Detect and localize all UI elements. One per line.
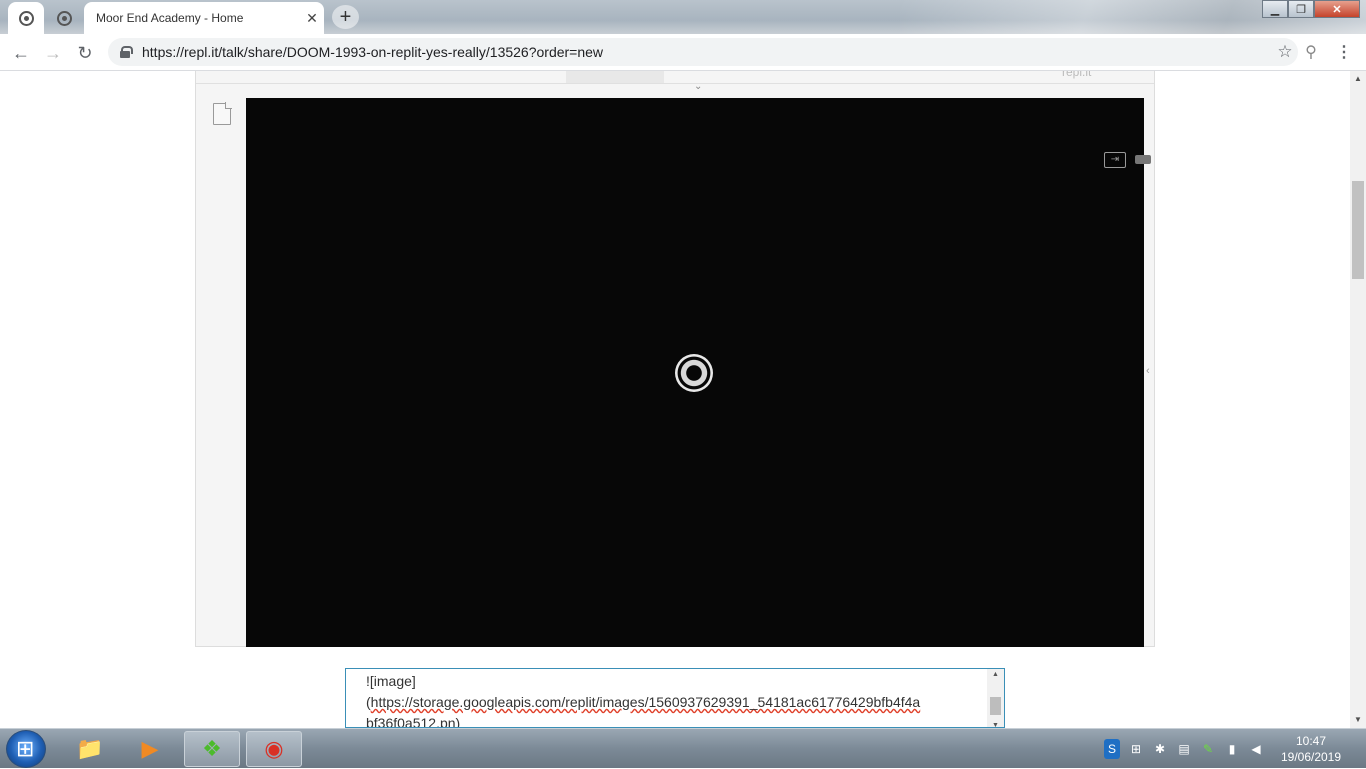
green-app-icon: ❖ bbox=[202, 736, 222, 761]
tab-close-icon[interactable]: ✕ bbox=[300, 10, 324, 27]
console-toggle-icon[interactable]: ⇥ bbox=[1104, 152, 1126, 168]
reply-line-3: bf36f0a512.pn) bbox=[366, 713, 966, 728]
chevron-left-icon[interactable]: ‹ bbox=[1146, 365, 1150, 377]
scroll-thumb[interactable] bbox=[1352, 181, 1364, 279]
maximize-button[interactable]: ❐ bbox=[1288, 0, 1314, 18]
textarea-scrollbar[interactable]: ▲ ▼ bbox=[987, 669, 1004, 727]
tab-moor-end-academy[interactable]: Moor End Academy - Home ✕ bbox=[84, 2, 324, 34]
clock[interactable]: 10:47 19/06/2019 bbox=[1276, 733, 1346, 765]
textarea-scroll-thumb[interactable] bbox=[990, 697, 1001, 715]
clock-date: 19/06/2019 bbox=[1280, 750, 1342, 764]
scroll-up-arrow-icon[interactable]: ▲ bbox=[1350, 71, 1366, 87]
browser-menu-button[interactable]: ⋮ bbox=[1334, 42, 1354, 64]
bookmark-star-icon[interactable]: ☆ bbox=[1272, 42, 1298, 62]
embed-header: repl.it ⌄ bbox=[196, 71, 1154, 92]
page-content: repl.it ⌄ ⇥ ‹ ![image] (https://storage.… bbox=[0, 71, 1350, 728]
bluetooth-icon[interactable]: ✱ bbox=[1148, 739, 1172, 759]
extension-icon[interactable]: ⚲ bbox=[1300, 42, 1322, 64]
taskbar-green-app[interactable]: ❖ bbox=[184, 731, 240, 767]
clear-console-icon[interactable] bbox=[1135, 155, 1151, 164]
reply-textarea[interactable]: ![image] (https://storage.googleapis.com… bbox=[345, 668, 1005, 728]
windows-taskbar: 📁 ▶ ❖ ◉ S ⊞ ✱ ▤ ✎ ▮ ◀ 10:47 19/06/2019 bbox=[0, 728, 1366, 768]
browser-toolbar: ← → ↻ https://repl.it/talk/share/DOOM-19… bbox=[0, 34, 1366, 71]
tab-strip: Moor End Academy - Home ✕ + ▁ ❐ ✕ bbox=[0, 0, 1366, 34]
reply-url-tail: bf36f0a512.pn) bbox=[366, 715, 461, 728]
forward-button[interactable]: → bbox=[40, 40, 66, 66]
reply-url: https://storage.googleapis.com/replit/im… bbox=[370, 694, 921, 710]
taskbar-chrome[interactable]: ◉ bbox=[246, 731, 302, 767]
replit-spiral-icon bbox=[56, 10, 72, 26]
address-bar[interactable]: https://repl.it/talk/share/DOOM-1993-on-… bbox=[108, 38, 1298, 66]
reply-line-2: (https://storage.googleapis.com/replit/i… bbox=[366, 692, 966, 713]
tab-title: Moor End Academy - Home bbox=[96, 11, 244, 25]
folder-icon: 📁 bbox=[76, 736, 104, 761]
chrome-icon: ◉ bbox=[264, 736, 284, 761]
window-close-button[interactable]: ✕ bbox=[1314, 0, 1360, 18]
clock-time: 10:47 bbox=[1295, 734, 1327, 748]
skype-icon[interactable]: S bbox=[1104, 739, 1120, 759]
scroll-down-arrow-icon[interactable]: ▼ bbox=[1350, 712, 1366, 728]
tab-pinned-replit-2[interactable] bbox=[46, 2, 82, 34]
minimize-button[interactable]: ▁ bbox=[1262, 0, 1288, 18]
file-icon[interactable] bbox=[213, 102, 232, 125]
reply-text: ![image] (https://storage.googleapis.com… bbox=[366, 671, 966, 728]
window-controls: ▁ ❐ ✕ bbox=[1262, 0, 1360, 18]
chevron-down-icon[interactable]: ⌄ bbox=[694, 81, 702, 92]
new-tab-button[interactable]: + bbox=[332, 5, 359, 29]
loading-spinner-icon bbox=[675, 354, 713, 392]
taskbar-explorer[interactable]: 📁 bbox=[62, 731, 118, 767]
embed-tab[interactable] bbox=[566, 71, 664, 83]
scroll-up-arrow-icon[interactable]: ▲ bbox=[987, 671, 1004, 678]
console-output[interactable] bbox=[246, 98, 1144, 647]
back-button[interactable]: ← bbox=[8, 40, 34, 66]
battery-icon[interactable]: ▮ bbox=[1220, 739, 1244, 759]
network-icon[interactable]: ⊞ bbox=[1124, 739, 1148, 759]
replit-spiral-icon bbox=[18, 10, 34, 26]
reply-line-1: ![image] bbox=[366, 673, 416, 689]
replit-logo: repl.it bbox=[1062, 71, 1092, 79]
repl-embed: repl.it ⌄ ⇥ ‹ bbox=[195, 71, 1155, 647]
url-text[interactable]: https://repl.it/talk/share/DOOM-1993-on-… bbox=[142, 44, 1272, 60]
action-center-icon[interactable]: ▤ bbox=[1172, 739, 1196, 759]
taskbar-media-player[interactable]: ▶ bbox=[122, 731, 178, 767]
media-player-icon: ▶ bbox=[141, 736, 159, 761]
page-scrollbar[interactable]: ▲ ▼ bbox=[1350, 71, 1366, 728]
green-tray-icon[interactable]: ✎ bbox=[1196, 739, 1220, 759]
start-button[interactable] bbox=[6, 730, 46, 768]
volume-icon[interactable]: ◀ bbox=[1244, 739, 1268, 759]
tab-pinned-replit-1[interactable] bbox=[8, 2, 44, 34]
reload-button[interactable]: ↻ bbox=[72, 40, 98, 66]
lock-icon bbox=[120, 46, 133, 58]
